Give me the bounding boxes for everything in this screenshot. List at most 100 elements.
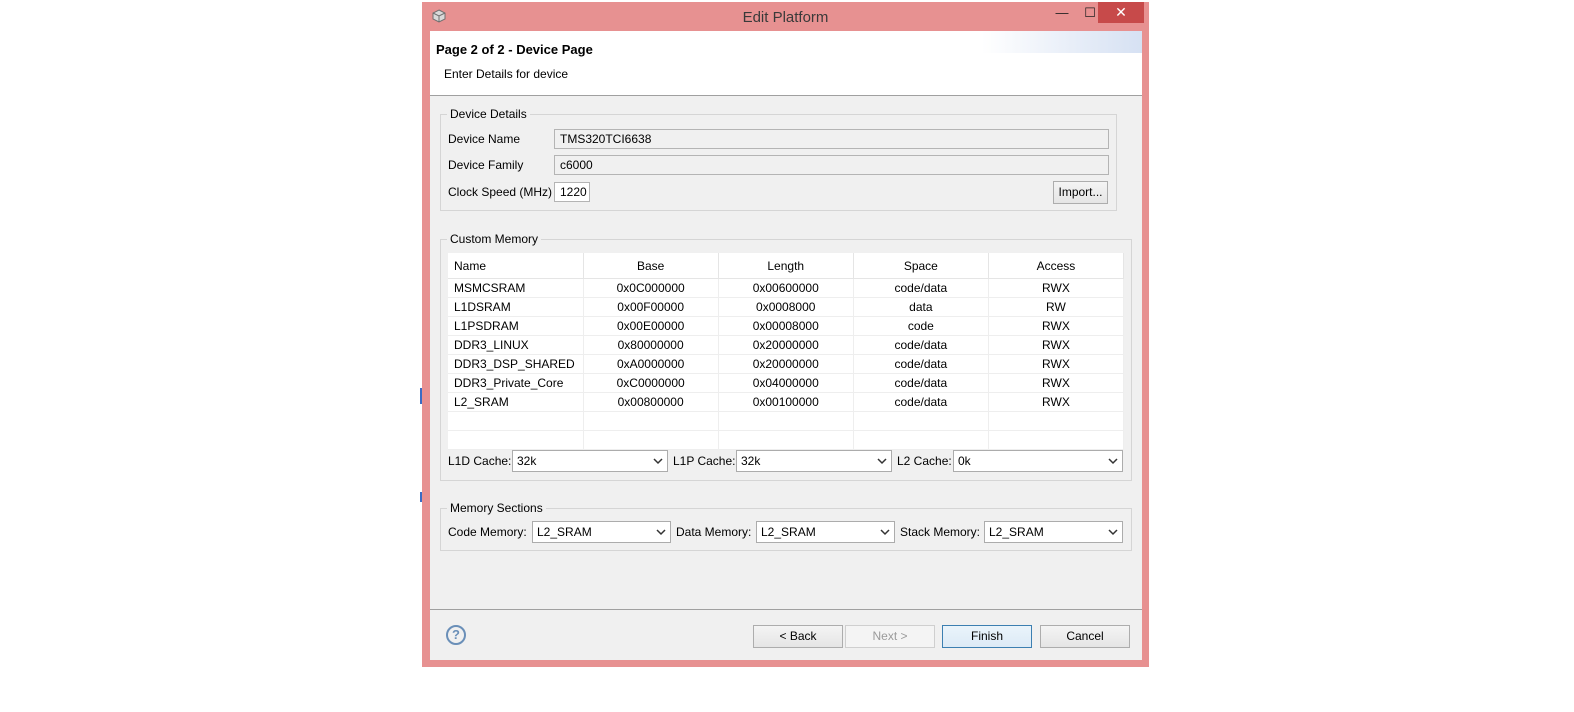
l2-cache-value: 0k [958,454,971,468]
l1p-cache-label: L1P Cache: [673,454,736,468]
column-header[interactable]: Name [448,253,584,279]
help-icon[interactable]: ? [446,625,466,645]
data-memory-label: Data Memory: [676,525,752,539]
device-name-field[interactable]: TMS320TCI6638 [554,129,1109,149]
table-cell: DDR3_Private_Core [448,373,584,393]
table-cell: code/data [853,354,989,374]
l1d-cache-value: 32k [517,454,537,468]
chevron-down-icon [656,529,666,536]
import-button[interactable]: Import... [1053,181,1108,204]
chevron-down-icon [877,458,887,465]
table-cell [718,430,854,450]
table-cell: RW [988,297,1125,317]
table-cell: RWX [988,373,1125,393]
code-memory-value: L2_SRAM [537,525,592,539]
empty-table-row[interactable] [448,411,1125,431]
l1p-cache-value: 32k [741,454,761,468]
table-cell: 0x80000000 [583,335,719,355]
table-cell: L2_SRAM [448,392,584,412]
table-cell [853,430,989,450]
device-name-label: Device Name [448,132,521,146]
table-cell: 0x00100000 [718,392,854,412]
table-cell: RWX [988,392,1125,412]
table-cell: 0x20000000 [718,354,854,374]
column-header[interactable]: Space [853,253,989,279]
edit-platform-dialog: Edit Platform — ☐ ✕ Page 2 of 2 - Device… [422,2,1149,667]
table-cell [583,430,719,450]
code-memory-select[interactable]: L2_SRAM [532,521,671,543]
table-cell: code/data [853,392,989,412]
memory-sections-label: Memory Sections [447,501,546,515]
custom-memory-table: Name Base Length Space Access MSMCSRAM 0x… [448,253,1125,450]
stack-memory-value: L2_SRAM [989,525,1044,539]
table-row[interactable]: DDR3_Private_Core 0xC0000000 0x04000000 cod… [448,373,1125,393]
device-family-field[interactable]: c6000 [554,155,1109,175]
stack-memory-select[interactable]: L2_SRAM [984,521,1123,543]
table-row[interactable]: L2_SRAM 0x00800000 0x00100000 code/data RWX [448,392,1125,412]
data-memory-select[interactable]: L2_SRAM [756,521,895,543]
clock-speed-field[interactable]: 1220 [554,182,590,202]
table-cell: RWX [988,278,1125,298]
table-cell: L1DSRAM [448,297,584,317]
table-cell [448,411,584,431]
next-button[interactable]: Next > [845,625,935,648]
wizard-banner: Page 2 of 2 - Device Page Enter Details … [430,31,1142,96]
table-cell: RWX [988,354,1125,374]
table-cell: code/data [853,373,989,393]
table-cell [718,411,854,431]
table-cell: 0x00E00000 [583,316,719,336]
column-header[interactable]: Length [718,253,854,279]
table-cell: MSMCSRAM [448,278,584,298]
table-row[interactable]: MSMCSRAM 0x0C000000 0x00600000 code/data RWX [448,278,1125,298]
table-cell: DDR3_DSP_SHARED [448,354,584,374]
window-title: Edit Platform [742,9,829,26]
page-description: Enter Details for device [444,67,569,81]
table-cell: 0x00F00000 [583,297,719,317]
back-button[interactable]: < Back [753,625,843,648]
table-cell [988,430,1125,450]
table-row[interactable]: DDR3_DSP_SHARED 0xA0000000 0x20000000 code/… [448,354,1125,374]
data-memory-value: L2_SRAM [761,525,816,539]
dialog-client-area: Page 2 of 2 - Device Page Enter Details … [430,31,1142,660]
table-cell [448,430,584,450]
table-row[interactable]: L1DSRAM 0x00F00000 0x0008000 data RW [448,297,1125,317]
l1p-cache-select[interactable]: 32k [736,450,892,472]
close-button[interactable]: ✕ [1098,2,1144,23]
table-cell: 0x00600000 [718,278,854,298]
empty-table-row[interactable] [448,430,1125,450]
title-bar[interactable]: Edit Platform — ☐ ✕ [422,2,1149,30]
device-family-label: Device Family [448,158,524,172]
column-header[interactable]: Base [583,253,719,279]
table-cell: code/data [853,278,989,298]
table-cell: code/data [853,335,989,355]
column-header[interactable]: Access [988,253,1125,279]
table-cell: 0x00008000 [718,316,854,336]
table-cell: 0x20000000 [718,335,854,355]
l1d-cache-select[interactable]: 32k [512,450,668,472]
l2-cache-select[interactable]: 0k [953,450,1123,472]
table-row[interactable]: DDR3_LINUX 0x80000000 0x20000000 code/data R… [448,335,1125,355]
stack-memory-label: Stack Memory: [900,525,981,539]
table-row[interactable]: L1PSDRAM 0x00E00000 0x00008000 code RWX [448,316,1125,336]
chevron-down-icon [653,458,663,465]
table-cell: 0xC0000000 [583,373,719,393]
code-memory-label: Code Memory: [448,525,527,539]
l2-cache-label: L2 Cache: [897,454,952,468]
cancel-button[interactable]: Cancel [1040,625,1130,648]
table-cell: RWX [988,335,1125,355]
table-cell: L1PSDRAM [448,316,584,336]
table-cell: 0xA0000000 [583,354,719,374]
table-cell: 0x0C000000 [583,278,719,298]
custom-memory-label: Custom Memory [447,232,542,246]
finish-button[interactable]: Finish [942,625,1032,648]
table-cell: DDR3_LINUX [448,335,584,355]
chevron-down-icon [1108,529,1118,536]
footer-separator [430,609,1142,610]
table-cell: RWX [988,316,1125,336]
table-cell: 0x00800000 [583,392,719,412]
table-cell [853,411,989,431]
table-cell: code [853,316,989,336]
table-header-row: Name Base Length Space Access [448,253,1125,279]
clock-speed-label: Clock Speed (MHz) [448,185,553,199]
table-cell: data [853,297,989,317]
